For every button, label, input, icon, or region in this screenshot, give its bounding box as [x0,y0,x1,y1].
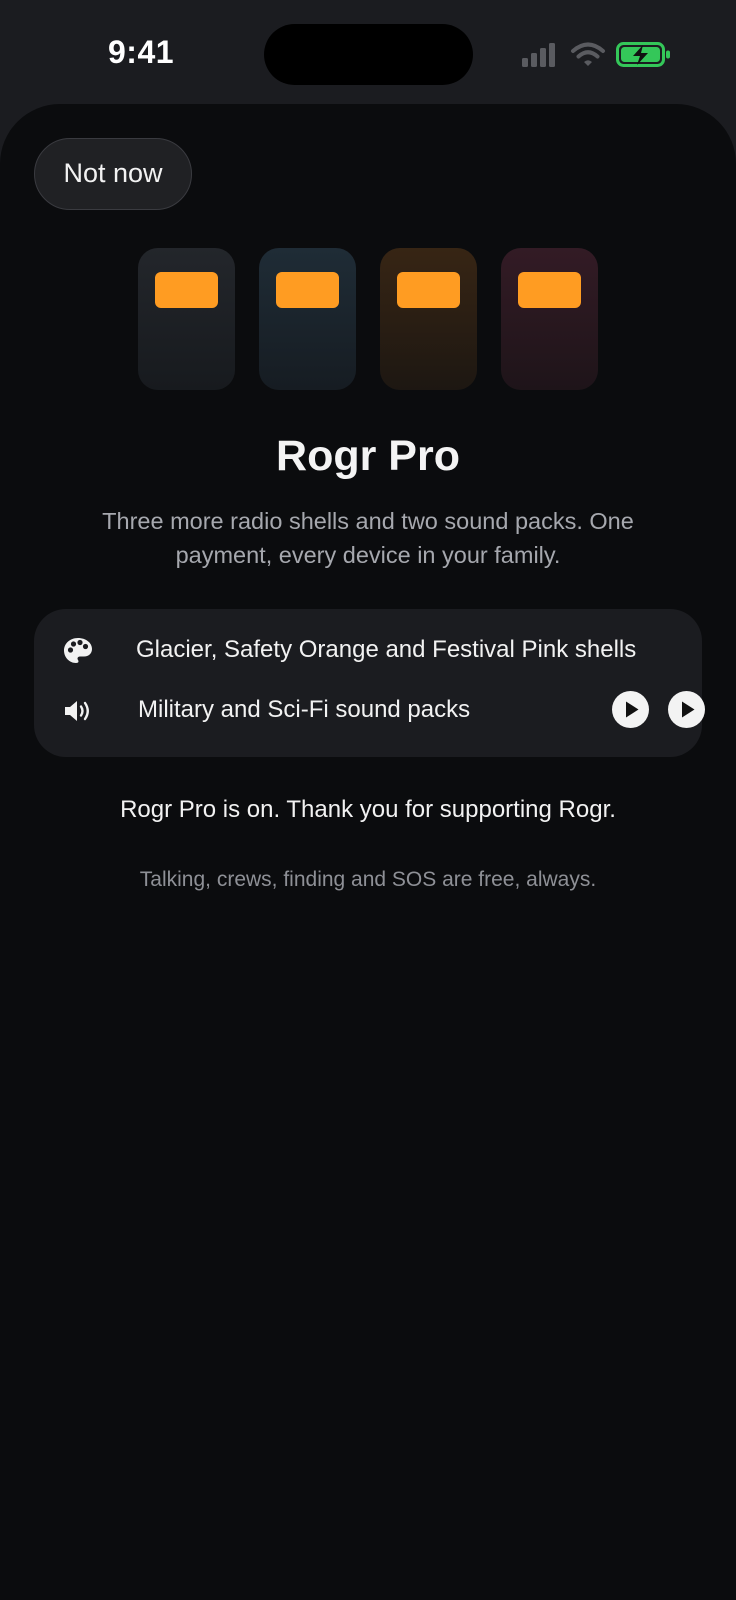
shell-safety-orange [380,248,477,390]
paywall-title: Rogr Pro [276,432,460,480]
status-bar: 9:41 [0,0,736,104]
paywall-sheet: Not now Rogr Pro Three more radio shells… [0,104,736,1600]
feature-row-sounds: Military and Sci-Fi sound packs [62,691,705,731]
shell-festival-pink [501,248,598,390]
shell-default [138,248,235,390]
play-icon [626,701,639,718]
pro-status-message: Rogr Pro is on. Thank you for supporting… [120,796,616,823]
play-icon [682,701,695,718]
dynamic-island [264,24,473,85]
feature-row-shells: Glacier, Safety Orange and Festival Pink… [62,631,682,671]
cellular-signal-icon [522,43,555,67]
shell-previews [138,248,598,390]
screen: 9:41 Not now Rogr Pro Three more radio s… [0,0,736,1600]
shell-screen [518,272,581,308]
wifi-icon [571,42,605,66]
play-military-sound-button[interactable] [612,691,649,728]
status-time: 9:41 [108,34,175,70]
play-scifi-sound-button[interactable] [668,691,705,728]
palette-icon [64,638,92,663]
battery-charging-icon [616,42,670,67]
speaker-icon [65,701,89,721]
feature-card: Glacier, Safety Orange and Festival Pink… [34,609,705,757]
shell-screen [397,272,460,308]
shell-screen [155,272,218,308]
shell-glacier [259,248,356,390]
shell-screen [276,272,339,308]
not-now-button[interactable]: Not now [34,138,192,210]
feature-sounds-text: Military and Sci-Fi sound packs [138,696,471,723]
paywall-subtitle: Three more radio shells and two sound pa… [102,508,634,568]
free-features-footnote: Talking, crews, finding and SOS are free… [139,868,597,891]
feature-shells-text: Glacier, Safety Orange and Festival Pink… [136,636,637,663]
